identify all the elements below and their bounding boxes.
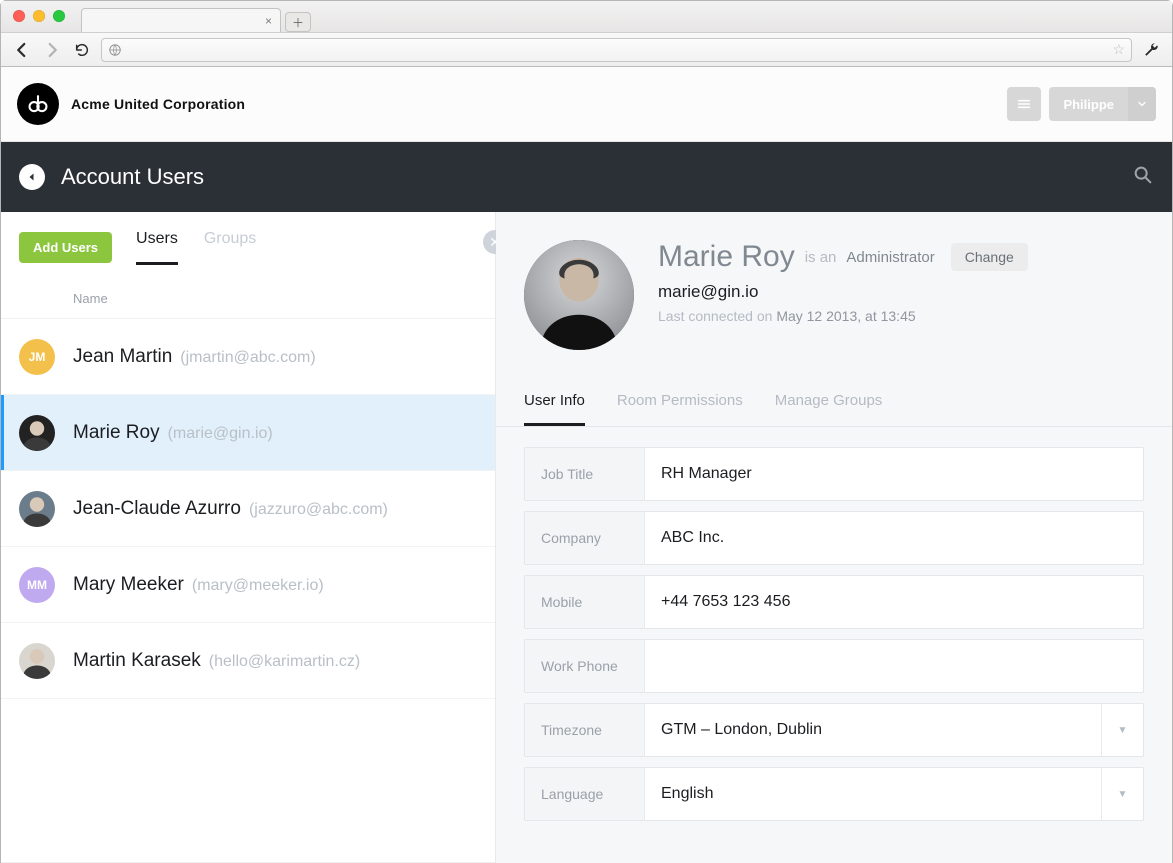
chevron-down-icon[interactable]: ▼ — [1101, 768, 1143, 820]
avatar — [19, 643, 55, 679]
window-controls — [13, 10, 65, 22]
chevron-down-icon[interactable]: ▼ — [1101, 704, 1143, 756]
last-connected-value: May 12 2013, at 13:45 — [776, 308, 915, 324]
add-users-button[interactable]: Add Users — [19, 232, 112, 263]
profile-avatar[interactable] — [524, 240, 634, 350]
user-name: Marie Roy — [73, 422, 160, 444]
address-bar[interactable]: ☆ — [101, 38, 1132, 62]
user-email: (jazzuro@abc.com) — [249, 501, 388, 519]
value-timezone[interactable]: GTM – London, Dublin — [645, 704, 1101, 756]
tab-manage-groups[interactable]: Manage Groups — [775, 380, 883, 426]
user-list: JM Jean Martin (jmartin@abc.com) Marie Roy (… — [1, 319, 495, 863]
profile-role-prefix: is an — [805, 249, 837, 266]
value-company[interactable]: ABC Inc. — [645, 512, 1143, 564]
profile-header: Marie Roy is an Administrator Change mar… — [496, 212, 1172, 368]
column-header-name: Name — [1, 265, 495, 319]
section-header: Account Users — [1, 142, 1172, 212]
field-timezone[interactable]: Timezone GTM – London, Dublin ▼ — [524, 703, 1144, 757]
user-row[interactable]: Martin Karasek (hello@karimartin.cz) — [1, 623, 495, 699]
current-user-name: Philippe — [1049, 97, 1128, 112]
brand: Acme United Corporation — [17, 83, 245, 125]
back-icon[interactable] — [11, 39, 33, 61]
avatar: JM — [19, 339, 55, 375]
label-work-phone: Work Phone — [525, 640, 645, 692]
label-timezone: Timezone — [525, 704, 645, 756]
user-email: (hello@karimartin.cz) — [209, 653, 360, 671]
window-minimize-icon[interactable] — [33, 10, 45, 22]
avatar — [19, 415, 55, 451]
main-content: Add Users Users Groups ✕ Name JMJean Mar… — [1, 212, 1172, 863]
menu-button[interactable] — [1007, 87, 1041, 121]
wrench-icon[interactable] — [1140, 39, 1162, 61]
bookmark-star-icon[interactable]: ☆ — [1112, 41, 1125, 58]
app-header: Acme United Corporation Philippe — [1, 67, 1172, 142]
globe-icon — [108, 43, 122, 57]
chevron-down-icon — [1128, 87, 1156, 121]
new-tab-button[interactable]: ＋ — [285, 12, 311, 32]
list-tabs: Users Groups — [136, 230, 256, 265]
user-email: (jmartin@abc.com) — [180, 349, 315, 367]
user-info-form: Job Title RH Manager Company ABC Inc. Mo… — [496, 427, 1172, 841]
page-title: Account Users — [61, 164, 204, 190]
brand-logo-icon[interactable] — [17, 83, 59, 125]
user-row[interactable]: MM Mary Meeker (mary@meeker.io) — [1, 547, 495, 623]
profile-role: Administrator — [846, 249, 934, 266]
label-job-title: Job Title — [525, 448, 645, 500]
url-input[interactable] — [128, 42, 1112, 57]
user-row[interactable]: JM Jean Martin (jmartin@abc.com) — [1, 319, 495, 395]
label-company: Company — [525, 512, 645, 564]
field-job-title[interactable]: Job Title RH Manager — [524, 447, 1144, 501]
browser-chrome: × ＋ ☆ — [1, 1, 1172, 67]
browser-tabbar: × ＋ — [81, 6, 1160, 32]
reload-icon[interactable] — [71, 39, 93, 61]
profile-name: Marie Roy — [658, 240, 795, 274]
user-name: Martin Karasek — [73, 650, 201, 672]
detail-tabs: User Info Room Permissions Manage Groups — [496, 380, 1172, 427]
close-icon[interactable]: × — [265, 14, 272, 28]
user-email: (mary@meeker.io) — [192, 577, 324, 595]
search-button[interactable] — [1132, 164, 1154, 191]
user-name: Jean-Claude Azurro — [73, 498, 241, 520]
value-language[interactable]: English — [645, 768, 1101, 820]
tab-users[interactable]: Users — [136, 230, 178, 265]
user-row[interactable]: Jean-Claude Azurro (jazzuro@abc.com) — [1, 471, 495, 547]
user-name: Mary Meeker — [73, 574, 184, 596]
profile-email: marie@gin.io — [658, 282, 1144, 302]
tab-user-info[interactable]: User Info — [524, 380, 585, 426]
field-work-phone[interactable]: Work Phone — [524, 639, 1144, 693]
user-name: Jean Martin — [73, 346, 172, 368]
browser-tab[interactable]: × — [81, 8, 281, 32]
window-zoom-icon[interactable] — [53, 10, 65, 22]
brand-name: Acme United Corporation — [71, 96, 245, 112]
tab-room-permissions[interactable]: Room Permissions — [617, 380, 743, 426]
back-button[interactable] — [19, 164, 45, 190]
avatar: MM — [19, 567, 55, 603]
window-close-icon[interactable] — [13, 10, 25, 22]
change-role-button[interactable]: Change — [951, 243, 1028, 271]
field-company[interactable]: Company ABC Inc. — [524, 511, 1144, 565]
label-language: Language — [525, 768, 645, 820]
value-job-title[interactable]: RH Manager — [645, 448, 1143, 500]
user-email: (marie@gin.io) — [168, 425, 273, 443]
user-row[interactable]: Marie Roy (marie@gin.io) — [1, 395, 495, 471]
avatar — [19, 491, 55, 527]
label-mobile: Mobile — [525, 576, 645, 628]
field-language[interactable]: Language English ▼ — [524, 767, 1144, 821]
value-mobile[interactable]: +44 7653 123 456 — [645, 576, 1143, 628]
field-mobile[interactable]: Mobile +44 7653 123 456 — [524, 575, 1144, 629]
tab-groups[interactable]: Groups — [204, 230, 256, 265]
user-detail-panel: Marie Roy is an Administrator Change mar… — [496, 212, 1172, 863]
value-work-phone[interactable] — [645, 640, 1143, 692]
forward-icon[interactable] — [41, 39, 63, 61]
last-connected-prefix: Last connected on — [658, 308, 772, 324]
users-panel: Add Users Users Groups ✕ Name JMJean Mar… — [1, 212, 496, 863]
browser-toolbar: ☆ — [1, 32, 1172, 66]
current-user-menu[interactable]: Philippe — [1049, 87, 1156, 121]
